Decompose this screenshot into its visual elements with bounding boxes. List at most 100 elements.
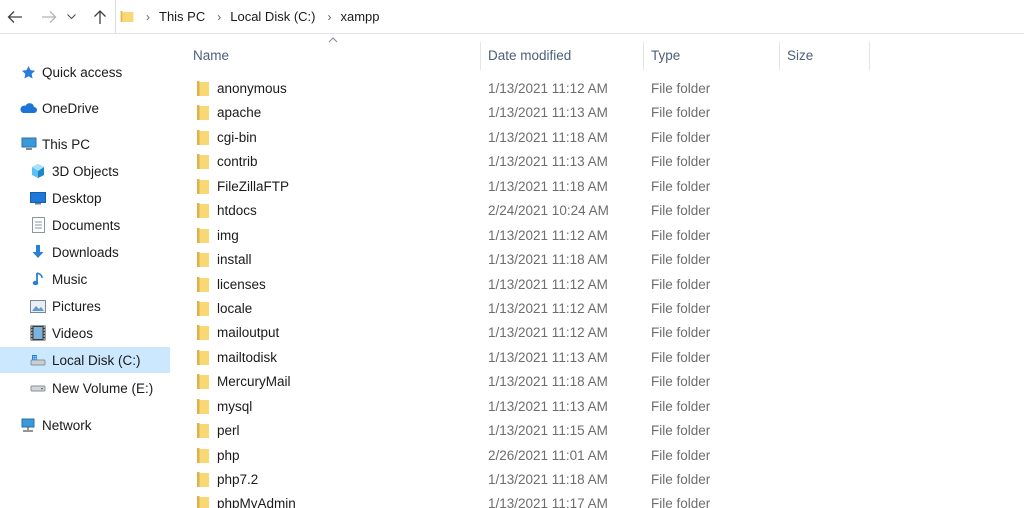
- sidebar-item-onedrive[interactable]: OneDrive: [0, 95, 170, 121]
- file-name: phpMyAdmin: [217, 496, 296, 508]
- back-button[interactable]: [4, 6, 26, 28]
- file-type: File folder: [651, 496, 711, 508]
- sidebar-item-desktop[interactable]: Desktop: [0, 185, 170, 211]
- sidebar-item-label: Documents: [52, 217, 121, 233]
- column-divider[interactable]: [480, 42, 481, 70]
- sidebar-item-label: Network: [42, 417, 92, 433]
- chevron-down-icon: [66, 14, 76, 20]
- sidebar-item-music[interactable]: Music: [0, 266, 170, 292]
- file-type: File folder: [651, 300, 711, 316]
- forward-button[interactable]: [38, 6, 60, 28]
- sidebar-item-pictures[interactable]: Pictures: [0, 293, 170, 319]
- up-button[interactable]: [89, 6, 111, 28]
- folder-icon: [197, 105, 209, 121]
- column-header-size[interactable]: Size: [787, 40, 869, 70]
- file-date-modified: 1/13/2021 11:13 AM: [488, 154, 608, 170]
- file-row[interactable]: install 1/13/2021 11:18 AM File folder: [172, 248, 1024, 272]
- folder-icon: [197, 496, 209, 508]
- file-type: File folder: [651, 178, 711, 194]
- file-row[interactable]: mailtodisk 1/13/2021 11:13 AM File folder: [172, 346, 1024, 370]
- video-icon: [30, 325, 46, 341]
- sidebar-item-label: New Volume (E:): [52, 380, 154, 396]
- sidebar-item-label: 3D Objects: [52, 163, 119, 179]
- sidebar-item-label: Desktop: [52, 190, 102, 206]
- picture-icon: [30, 298, 46, 314]
- address-bar-row: › This PC › Local Disk (C:) › xampp: [0, 0, 1024, 34]
- sidebar-item-quick-access[interactable]: Quick access: [0, 59, 170, 85]
- file-row[interactable]: mailoutput 1/13/2021 11:12 AM File folder: [172, 321, 1024, 345]
- folder-icon: [197, 129, 209, 145]
- file-date-modified: 2/26/2021 11:01 AM: [488, 447, 608, 463]
- file-list: anonymous 1/13/2021 11:12 AM File folder ap…: [172, 77, 1024, 508]
- file-type: File folder: [651, 276, 711, 292]
- sidebar-item-documents[interactable]: Documents: [0, 212, 170, 238]
- file-date-modified: 1/13/2021 11:17 AM: [488, 496, 608, 508]
- sidebar-item-this-pc[interactable]: This PC: [0, 131, 170, 157]
- file-name: MercuryMail: [217, 374, 291, 390]
- file-row[interactable]: licenses 1/13/2021 11:12 AM File folder: [172, 273, 1024, 297]
- file-row[interactable]: anonymous 1/13/2021 11:12 AM File folder: [172, 77, 1024, 101]
- file-row[interactable]: cgi-bin 1/13/2021 11:18 AM File folder: [172, 126, 1024, 150]
- folder-icon: [197, 252, 209, 268]
- sidebar-item-new-volume-e[interactable]: New Volume (E:): [0, 375, 170, 401]
- file-date-modified: 1/13/2021 11:12 AM: [488, 227, 608, 243]
- file-row[interactable]: perl 1/13/2021 11:15 AM File folder: [172, 419, 1024, 443]
- breadcrumb-chevron-icon[interactable]: ›: [217, 10, 221, 24]
- file-name: apache: [217, 105, 262, 121]
- file-date-modified: 1/13/2021 11:18 AM: [488, 374, 608, 390]
- file-name: php: [217, 447, 240, 463]
- file-row[interactable]: img 1/13/2021 11:12 AM File folder: [172, 224, 1024, 248]
- forward-arrow-icon: [42, 11, 57, 23]
- file-row[interactable]: contrib 1/13/2021 11:13 AM File folder: [172, 150, 1024, 174]
- file-type: File folder: [651, 423, 711, 439]
- column-header-label: Date modified: [488, 47, 572, 63]
- cube-icon: [30, 163, 46, 179]
- sidebar-item-local-disk-c[interactable]: Local Disk (C:): [0, 347, 170, 373]
- file-name: htdocs: [217, 203, 257, 219]
- drive-icon: [30, 380, 46, 396]
- file-name: mailtodisk: [217, 349, 278, 365]
- sidebar-item-network[interactable]: Network: [0, 412, 170, 438]
- column-header-type[interactable]: Type: [651, 40, 779, 70]
- file-row[interactable]: htdocs 2/24/2021 10:24 AM File folder: [172, 199, 1024, 223]
- computer-icon: [21, 136, 37, 152]
- breadcrumb-local-disk[interactable]: Local Disk (C:): [230, 9, 315, 24]
- breadcrumb-chevron-icon[interactable]: ›: [146, 10, 150, 24]
- file-type: File folder: [651, 349, 711, 365]
- sidebar-item-videos[interactable]: Videos: [0, 320, 170, 346]
- folder-icon: [197, 472, 209, 487]
- sidebar-item-label: Videos: [52, 325, 94, 341]
- file-row[interactable]: php 2/26/2021 11:01 AM File folder: [172, 444, 1024, 468]
- file-row[interactable]: php7.2 1/13/2021 11:18 AM File folder: [172, 468, 1024, 492]
- folder-icon: [197, 227, 209, 243]
- sidebar-item-label: Pictures: [52, 298, 101, 314]
- file-type: File folder: [651, 154, 711, 170]
- column-header-name[interactable]: Name: [193, 40, 480, 70]
- file-row[interactable]: phpMyAdmin 1/13/2021 11:17 AM File folder: [172, 492, 1024, 508]
- column-divider[interactable]: [779, 42, 780, 70]
- folder-icon: [197, 423, 209, 439]
- recent-locations-button[interactable]: [64, 6, 78, 28]
- breadcrumb-xampp[interactable]: xampp: [340, 9, 379, 24]
- breadcrumb-chevron-icon[interactable]: ›: [327, 10, 331, 24]
- file-name: cgi-bin: [217, 129, 257, 145]
- file-date-modified: 1/13/2021 11:18 AM: [488, 472, 608, 487]
- sidebar-item-downloads[interactable]: Downloads: [0, 239, 170, 265]
- file-type: File folder: [651, 105, 711, 121]
- file-type: File folder: [651, 374, 711, 390]
- folder-icon: [197, 447, 209, 463]
- breadcrumb-this-pc[interactable]: This PC: [159, 9, 205, 24]
- address-bar[interactable]: › This PC › Local Disk (C:) › xampp: [115, 0, 1024, 33]
- file-row[interactable]: locale 1/13/2021 11:12 AM File folder: [172, 297, 1024, 321]
- column-divider[interactable]: [869, 42, 870, 70]
- column-divider[interactable]: [643, 42, 644, 70]
- file-row[interactable]: FileZillaFTP 1/13/2021 11:18 AM File folde…: [172, 175, 1024, 199]
- file-name: install: [217, 252, 252, 268]
- sidebar-item-3d-objects[interactable]: 3D Objects: [0, 158, 170, 184]
- music-icon: [30, 271, 46, 287]
- file-row[interactable]: mysql 1/13/2021 11:13 AM File folder: [172, 395, 1024, 419]
- column-header-date[interactable]: Date modified: [488, 40, 643, 70]
- file-row[interactable]: apache 1/13/2021 11:13 AM File folder: [172, 101, 1024, 125]
- download-icon: [30, 244, 46, 260]
- file-row[interactable]: MercuryMail 1/13/2021 11:18 AM File folder: [172, 370, 1024, 394]
